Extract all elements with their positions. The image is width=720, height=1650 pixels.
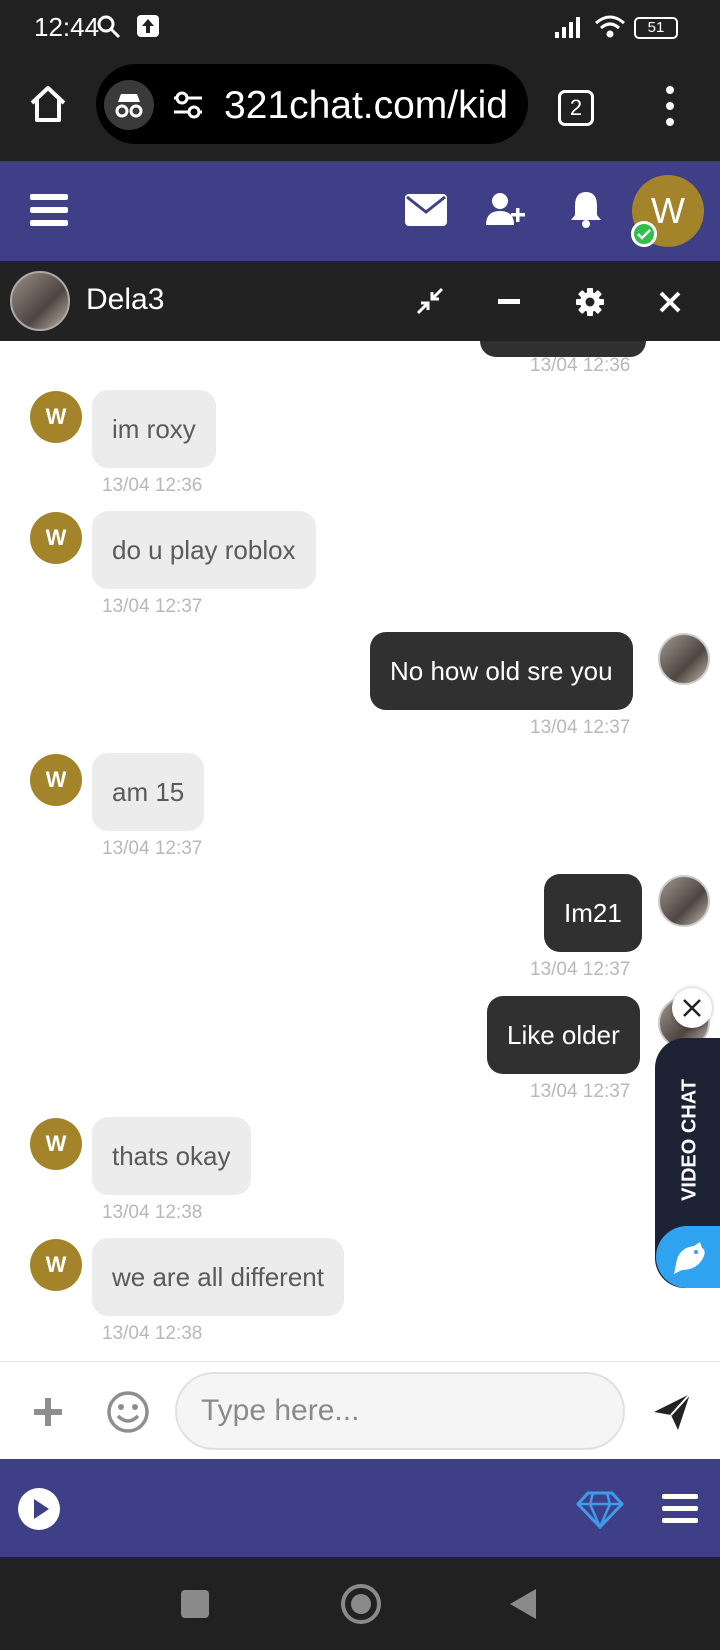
message-timestamp: 13/04 12:37 — [102, 596, 203, 617]
status-bar: 12:44 51 — [0, 0, 720, 56]
diamond-icon[interactable] — [576, 1491, 624, 1529]
mail-icon[interactable] — [404, 193, 448, 227]
incognito-icon — [104, 80, 154, 130]
video-chat-label[interactable]: VIDEO CHAT — [679, 1079, 702, 1201]
site-settings-icon[interactable] — [172, 90, 204, 120]
home-nav-icon[interactable] — [340, 1583, 382, 1625]
shrink-icon[interactable] — [416, 287, 444, 315]
message-bubble: we are all different — [92, 1238, 344, 1316]
minimize-icon[interactable] — [498, 299, 520, 305]
message-bubble: Like older — [487, 996, 640, 1074]
battery-icon: 51 — [634, 17, 678, 39]
sender-avatar[interactable]: W — [30, 391, 82, 443]
browser-toolbar: 321chat.com/kid 2 — [0, 56, 720, 161]
emoji-icon[interactable] — [106, 1390, 150, 1434]
message-timestamp: 13/04 12:37 — [530, 717, 631, 738]
recent-apps-icon[interactable] — [180, 1589, 210, 1619]
message-bubble: am 15 — [92, 753, 205, 831]
message-timestamp: 13/04 12:36 — [530, 355, 631, 376]
search-icon — [97, 15, 121, 39]
close-icon[interactable] — [658, 290, 682, 314]
message-bubble: im roxy — [92, 390, 216, 468]
message-bubble: Im21 — [544, 874, 642, 952]
sender-avatar[interactable]: W — [30, 512, 82, 564]
add-friend-icon[interactable] — [486, 191, 526, 227]
online-status-icon — [631, 221, 657, 247]
app-header: W — [0, 161, 720, 261]
message-input[interactable] — [175, 1372, 625, 1450]
message-timestamp: 13/04 12:37 — [530, 959, 631, 980]
tab-switcher-button[interactable]: 2 — [558, 90, 594, 126]
battery-level: 51 — [647, 19, 665, 36]
bottom-toolbar — [0, 1459, 720, 1557]
contact-name[interactable]: Dela3 — [86, 283, 164, 317]
sender-avatar[interactable]: W — [30, 1118, 82, 1170]
sender-avatar[interactable]: W — [30, 1239, 82, 1291]
video-chat-bird-icon[interactable] — [656, 1226, 720, 1288]
send-icon[interactable] — [652, 1392, 692, 1432]
menu-icon[interactable] — [662, 1493, 698, 1525]
message-timestamp: 13/04 12:38 — [102, 1202, 203, 1223]
video-widget-close-icon[interactable] — [672, 988, 712, 1028]
contact-avatar[interactable] — [10, 271, 70, 331]
message-timestamp: 13/04 12:37 — [102, 838, 203, 859]
message-timestamp: 13/04 12:37 — [530, 1081, 631, 1102]
url-text[interactable]: 321chat.com/kid — [224, 84, 514, 128]
own-avatar[interactable] — [658, 633, 710, 685]
home-icon[interactable] — [28, 84, 68, 124]
more-menu-icon[interactable] — [662, 84, 678, 128]
message-timestamp: 13/04 12:38 — [102, 1323, 203, 1344]
sender-avatar[interactable]: W — [30, 754, 82, 806]
signal-icon — [555, 17, 580, 38]
message-bubble: No how old sre you — [370, 632, 633, 710]
message-bubble: do u play roblox — [92, 511, 316, 589]
upload-icon — [137, 15, 159, 37]
message-bubble: thats okay — [92, 1117, 251, 1195]
plus-icon[interactable] — [34, 1398, 62, 1426]
back-icon[interactable] — [508, 1587, 538, 1621]
message-list[interactable]: 13/04 12:36 W im roxy 13/04 12:36 W do u… — [0, 341, 720, 1361]
notification-bell-icon[interactable] — [570, 189, 602, 229]
gear-icon[interactable] — [576, 288, 604, 316]
system-nav-bar — [0, 1557, 720, 1650]
wifi-icon — [595, 15, 625, 38]
address-bar[interactable]: 321chat.com/kid — [96, 64, 528, 144]
message-timestamp: 13/04 12:36 — [102, 475, 203, 496]
message-input-bar — [0, 1361, 720, 1459]
menu-icon[interactable] — [30, 193, 70, 227]
own-avatar[interactable] — [658, 875, 710, 927]
play-icon[interactable] — [18, 1488, 60, 1530]
status-time: 12:44 — [34, 12, 100, 42]
chat-header: Dela3 — [0, 261, 720, 341]
